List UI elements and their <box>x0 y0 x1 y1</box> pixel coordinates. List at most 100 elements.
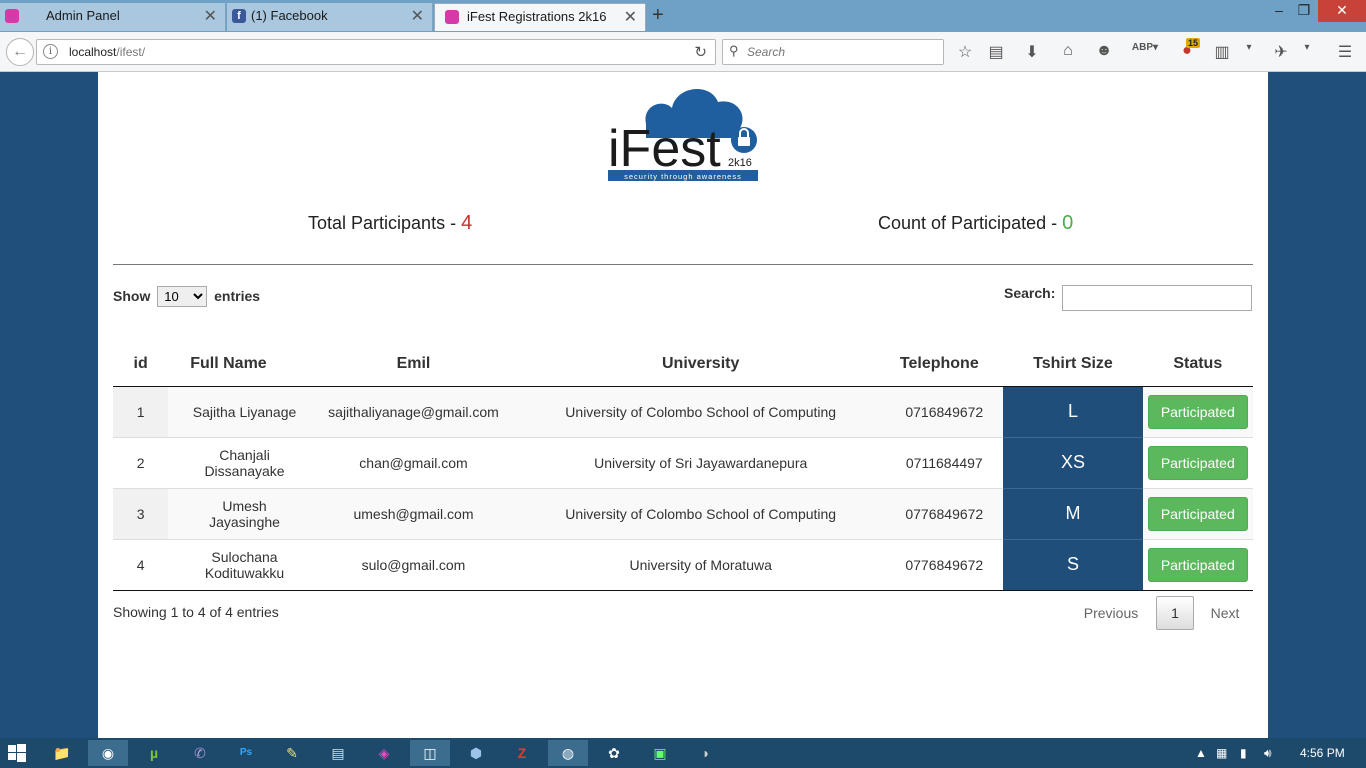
adblock-icon[interactable]: ABP▾ <box>1130 42 1160 53</box>
network-icon[interactable]: ▦ <box>1216 746 1227 760</box>
filezilla-icon[interactable]: Z <box>502 740 542 766</box>
minimize-button[interactable]: – <box>1268 0 1290 22</box>
page-1-button[interactable]: 1 <box>1156 596 1194 630</box>
menu-icon[interactable]: ☰ <box>1334 42 1356 62</box>
cell-email: sajithaliyanage@gmail.com <box>300 385 527 437</box>
previous-page-button[interactable]: Previous <box>1072 605 1150 621</box>
tab-label: iFest Registrations 2k16 <box>467 9 607 24</box>
close-icon[interactable]: ✕ <box>204 4 217 30</box>
show-hidden-icons[interactable]: ▲ <box>1195 746 1207 760</box>
next-page-button[interactable]: Next <box>1200 605 1250 621</box>
virtualbox-icon[interactable]: ⬢ <box>456 740 496 766</box>
column-header-id[interactable]: id <box>113 342 169 387</box>
ifest-tab-icon <box>5 9 19 23</box>
cell-telephone: 0711684497 <box>875 436 1004 488</box>
volume-icon[interactable]: 🔊︎ <box>1264 746 1272 761</box>
window-close-button[interactable]: ✕ <box>1318 0 1366 22</box>
home-icon[interactable]: ⌂ <box>1057 42 1079 60</box>
notepad-icon[interactable]: ✎ <box>272 740 312 766</box>
chevron-down-icon[interactable]: ▾ <box>1296 42 1318 53</box>
tab-facebook[interactable]: f (1) Facebook ✕ <box>227 3 433 31</box>
close-icon[interactable]: ✕ <box>411 4 424 30</box>
clipboard-icon[interactable]: ▥ <box>1211 42 1233 62</box>
new-tab-button[interactable]: + <box>652 4 664 27</box>
file-explorer-icon[interactable]: 📁 <box>42 740 82 766</box>
show-entries-control: Show 10 entries <box>113 286 260 307</box>
browser-search-bar[interactable]: ⚲ <box>722 39 944 65</box>
tab-admin-panel[interactable]: Admin Panel ✕ <box>0 3 226 31</box>
search-label: Search: <box>1004 285 1056 301</box>
cell-telephone: 0776849672 <box>875 487 1004 539</box>
notification-badge: 15 <box>1186 38 1201 48</box>
clock[interactable]: 4:56 PM <box>1300 746 1345 760</box>
cell-university: University of Sri Jayawardanepura <box>526 436 876 488</box>
cell-id: 1 <box>113 385 169 437</box>
paint-icon[interactable]: ✿ <box>594 740 634 766</box>
bookmark-star-icon[interactable]: ☆ <box>954 42 976 62</box>
table-row: 2 Chanjali Dissanayake chan@gmail.com Un… <box>113 436 1253 488</box>
column-header-full-name[interactable]: Full Name <box>168 342 301 387</box>
entries-select[interactable]: 10 <box>157 286 208 307</box>
show-label: Show <box>113 288 151 304</box>
cell-email: sulo@gmail.com <box>300 538 527 591</box>
logo-tagline: security through awareness <box>624 172 742 181</box>
participated-button[interactable]: Participated <box>1147 445 1248 480</box>
addon-icon[interactable]: ✈ <box>1270 42 1292 62</box>
address-bar[interactable]: i localhost/ifest/ ↻ <box>36 39 716 65</box>
cell-status: Participated <box>1142 487 1253 539</box>
utorrent-icon[interactable]: µ <box>134 740 174 766</box>
media-icon[interactable]: ◗ <box>686 740 726 766</box>
cell-tshirt-size: L <box>1003 385 1143 437</box>
cell-status: Participated <box>1142 385 1253 437</box>
url-host: localhost <box>69 45 117 59</box>
ifest-tab-icon <box>445 10 459 24</box>
info-icon[interactable]: i <box>43 44 58 59</box>
column-header-tshirt-size[interactable]: Tshirt Size <box>1003 342 1143 387</box>
tab-ifest-registrations[interactable]: iFest Registrations 2k16 ✕ <box>434 3 646 31</box>
restore-button[interactable]: ❐ <box>1292 0 1316 22</box>
tab-label: (1) Facebook <box>251 8 328 23</box>
column-header-telephone[interactable]: Telephone <box>875 342 1004 387</box>
cell-status: Participated <box>1142 436 1253 488</box>
download-icon[interactable]: ⬇ <box>1021 42 1043 62</box>
table-search-input[interactable] <box>1062 285 1252 311</box>
chat-icon[interactable]: ☻ <box>1093 42 1115 60</box>
column-header-status[interactable]: Status <box>1142 342 1253 387</box>
windows-start-icon[interactable] <box>8 744 26 762</box>
column-header-university[interactable]: University <box>526 342 876 387</box>
total-participants-label: Total Participants - <box>308 213 462 233</box>
count-participated-value: 0 <box>1062 212 1074 234</box>
cell-university: University of Colombo School of Computin… <box>526 487 876 539</box>
firefox-icon[interactable]: ◉ <box>88 740 128 766</box>
registrations-table: id Full Name Emil University Telephone T… <box>113 342 1253 591</box>
participated-button[interactable]: Participated <box>1147 547 1248 582</box>
cell-telephone: 0776849672 <box>875 538 1004 591</box>
logo-year: 2k16 <box>728 157 752 169</box>
ifest-app-icon[interactable]: ◈ <box>364 740 404 766</box>
close-icon[interactable]: ✕ <box>624 5 637 31</box>
power-icon[interactable]: ▮ <box>1240 746 1247 760</box>
photoshop-icon[interactable]: Ps <box>226 740 266 766</box>
search-icon: ⚲ <box>729 43 739 58</box>
url-text: localhost/ifest/ <box>69 45 145 59</box>
participated-button[interactable]: Participated <box>1147 394 1248 429</box>
hotspot-icon[interactable]: ◍ <box>548 740 588 766</box>
xampp-icon[interactable]: ◫ <box>410 740 450 766</box>
reload-icon[interactable]: ↻ <box>694 43 707 61</box>
logo-text: iFest <box>608 120 721 178</box>
cell-email: chan@gmail.com <box>300 436 527 488</box>
terminal-icon[interactable]: ▣ <box>640 740 680 766</box>
cell-tshirt-size: M <box>1003 487 1143 539</box>
cell-university: University of Moratuwa <box>526 538 876 591</box>
reading-list-icon[interactable]: ▤ <box>985 42 1007 62</box>
browser-search-input[interactable] <box>747 43 937 61</box>
column-header-email[interactable]: Emil <box>300 342 527 387</box>
windows-taskbar: 📁 ◉ µ ✆ Ps ✎ ▤ ◈ ◫ ⬢ Z ◍ ✿ ▣ ◗ ▲ ▦ ▮ 🔊︎ … <box>0 738 1366 768</box>
ifest-logo: iFest 2k16 security through awareness <box>608 89 758 181</box>
back-button[interactable]: ← <box>6 38 34 66</box>
participated-button[interactable]: Participated <box>1147 496 1248 531</box>
entries-label: entries <box>214 288 261 304</box>
notes-icon[interactable]: ▤ <box>318 740 358 766</box>
viber-icon[interactable]: ✆ <box>180 740 220 766</box>
chevron-down-icon[interactable]: ▾ <box>1238 42 1260 53</box>
